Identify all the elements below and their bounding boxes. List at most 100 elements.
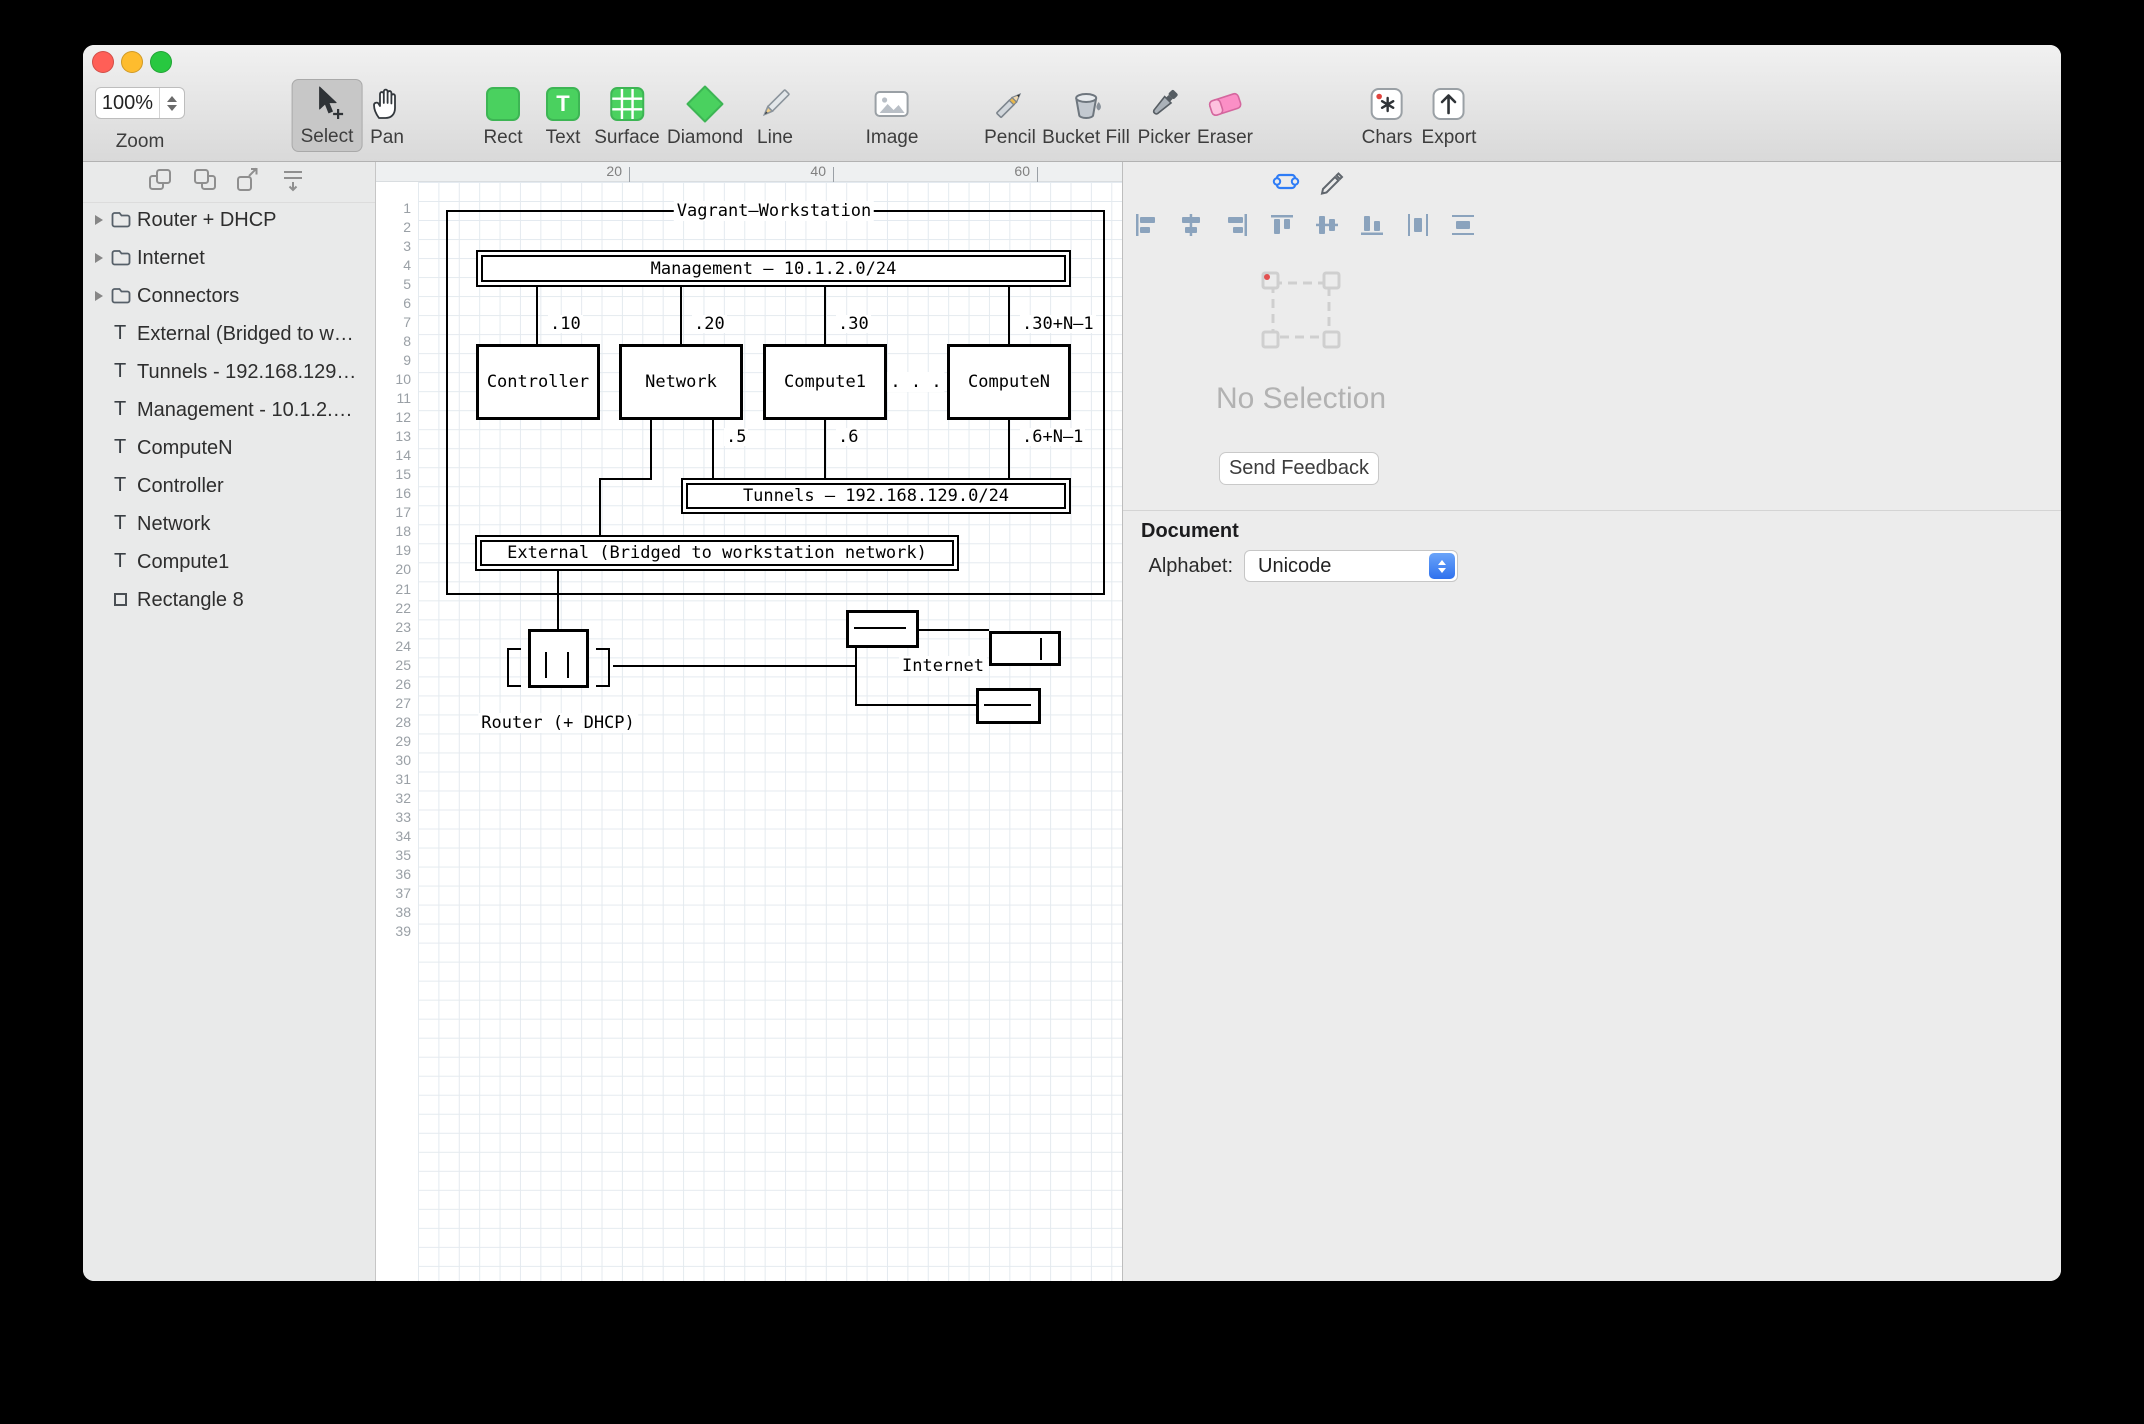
align-bottom-button[interactable] xyxy=(1358,211,1386,239)
internet-shape[interactable] xyxy=(976,688,1041,724)
tool-line[interactable]: Line xyxy=(753,82,797,149)
connector-line[interactable] xyxy=(680,287,682,344)
layer-row-controller[interactable]: T Controller xyxy=(83,467,375,505)
router-bracket-line[interactable] xyxy=(608,648,610,687)
connector-line[interactable] xyxy=(712,420,714,478)
internet-shape[interactable] xyxy=(846,610,919,648)
router-bracket-line[interactable] xyxy=(507,648,509,687)
text-layer-icon: T xyxy=(114,322,126,345)
align-top-button[interactable] xyxy=(1268,211,1296,239)
zoom-stepper[interactable] xyxy=(159,88,184,118)
alphabet-popup[interactable]: Unicode xyxy=(1244,550,1458,582)
group-button[interactable] xyxy=(147,167,173,193)
router-detail-line[interactable] xyxy=(567,652,569,678)
align-center-vertical-button[interactable] xyxy=(1313,211,1341,239)
layer-row-computen[interactable]: T ComputeN xyxy=(83,429,375,467)
connector-line[interactable] xyxy=(1008,287,1010,344)
tool-text[interactable]: T Text xyxy=(541,82,585,149)
close-button[interactable] xyxy=(92,51,114,73)
tool-pan[interactable]: Pan xyxy=(365,82,409,149)
connector-line[interactable] xyxy=(824,287,826,344)
layer-row-internet[interactable]: Internet xyxy=(83,239,375,277)
connector-line[interactable] xyxy=(855,704,976,706)
ip-label[interactable]: .30+N–1 xyxy=(1020,315,1096,333)
connector-line[interactable] xyxy=(599,478,601,535)
connector-line[interactable] xyxy=(599,478,652,480)
node-compute1[interactable]: Compute1 xyxy=(763,344,887,420)
router-bracket-line[interactable] xyxy=(596,648,610,650)
ip-label[interactable]: .30 xyxy=(836,315,871,333)
fullscreen-button[interactable] xyxy=(150,51,172,73)
router-label[interactable]: Router (+ DHCP) xyxy=(478,713,638,733)
layer-row-router-dhcp[interactable]: Router + DHCP xyxy=(83,201,375,239)
internet-label[interactable]: Internet xyxy=(899,656,987,676)
tool-surface[interactable]: Surface xyxy=(594,82,659,149)
tool-diamond[interactable]: Diamond xyxy=(667,82,743,149)
ellipsis-label[interactable]: . . . xyxy=(887,372,944,392)
ip-label[interactable]: .10 xyxy=(548,315,583,333)
internet-detail-line[interactable] xyxy=(854,627,906,629)
bucket-icon xyxy=(1064,82,1108,126)
zoom-control[interactable]: 100% xyxy=(95,87,185,119)
align-left-button[interactable] xyxy=(1132,211,1160,239)
tool-image[interactable]: Image xyxy=(866,82,919,149)
external-network-box[interactable]: External (Bridged to workstation network… xyxy=(475,535,959,571)
vagrant-workstation-title[interactable]: Vagrant—Workstation xyxy=(674,201,874,221)
ungroup-button[interactable] xyxy=(192,167,218,193)
disclosure-triangle[interactable] xyxy=(95,291,103,301)
connector-line[interactable] xyxy=(650,420,652,480)
minimize-button[interactable] xyxy=(121,51,143,73)
router-bracket-line[interactable] xyxy=(507,685,521,687)
node-network[interactable]: Network xyxy=(619,344,743,420)
tool-pencil[interactable]: Pencil xyxy=(984,82,1036,149)
connector-line[interactable] xyxy=(613,665,856,667)
connector-line[interactable] xyxy=(536,287,538,344)
layer-row-compute1[interactable]: T Compute1 xyxy=(83,543,375,581)
connector-line[interactable] xyxy=(919,629,989,631)
router-detail-line[interactable] xyxy=(545,652,547,678)
align-right-button[interactable] xyxy=(1223,211,1251,239)
layer-row-network[interactable]: T Network xyxy=(83,505,375,543)
layer-row-tunnels[interactable]: T Tunnels - 192.168.129… xyxy=(83,353,375,391)
tool-picker[interactable]: Picker xyxy=(1138,82,1191,149)
tool-eraser[interactable]: Eraser xyxy=(1197,82,1253,149)
ip-label[interactable]: .5 xyxy=(724,428,748,446)
distribute-vertical-button[interactable] xyxy=(1449,211,1477,239)
tool-export[interactable]: Export xyxy=(1422,82,1477,149)
tab-shape-inspector[interactable] xyxy=(1271,166,1301,196)
node-controller[interactable]: Controller xyxy=(476,344,600,420)
tool-chars[interactable]: Chars xyxy=(1362,82,1413,149)
internet-detail-line[interactable] xyxy=(1040,638,1042,660)
internet-detail-line[interactable] xyxy=(984,704,1031,706)
send-feedback-button[interactable]: Send Feedback xyxy=(1219,452,1379,485)
connector-line[interactable] xyxy=(1008,420,1010,478)
management-network-box[interactable]: Management — 10.1.2.0/24 xyxy=(476,250,1071,287)
line-number: 11 xyxy=(396,390,411,406)
layer-row-connectors[interactable]: Connectors xyxy=(83,277,375,315)
bring-forward-button[interactable] xyxy=(235,167,261,193)
disclosure-triangle[interactable] xyxy=(95,253,103,263)
disclosure-triangle[interactable] xyxy=(95,215,103,225)
layer-row-external[interactable]: T External (Bridged to w… xyxy=(83,315,375,353)
tunnels-network-box[interactable]: Tunnels — 192.168.129.0/24 xyxy=(681,478,1071,514)
connector-line[interactable] xyxy=(557,571,559,629)
connector-line[interactable] xyxy=(855,648,857,706)
router-shape[interactable] xyxy=(528,629,589,688)
tool-bucket-fill[interactable]: Bucket Fill xyxy=(1042,82,1130,149)
send-backward-button[interactable] xyxy=(280,167,306,193)
connector-line[interactable] xyxy=(824,420,826,478)
ip-label[interactable]: .6+N–1 xyxy=(1020,428,1085,446)
layer-row-management[interactable]: T Management - 10.1.2.… xyxy=(83,391,375,429)
tool-rect[interactable]: Rect xyxy=(481,82,525,149)
ip-label[interactable]: .20 xyxy=(692,315,727,333)
distribute-horizontal-button[interactable] xyxy=(1404,211,1432,239)
router-bracket-line[interactable] xyxy=(596,685,610,687)
internet-shape[interactable] xyxy=(989,631,1061,666)
tab-style-inspector[interactable] xyxy=(1316,166,1346,196)
ip-label[interactable]: .6 xyxy=(836,428,860,446)
tool-select[interactable]: Select xyxy=(292,79,363,152)
align-center-horizontal-button[interactable] xyxy=(1177,211,1205,239)
node-computen[interactable]: ComputeN xyxy=(947,344,1071,420)
router-bracket-line[interactable] xyxy=(507,648,521,650)
layer-row-rectangle8[interactable]: Rectangle 8 xyxy=(83,581,375,619)
